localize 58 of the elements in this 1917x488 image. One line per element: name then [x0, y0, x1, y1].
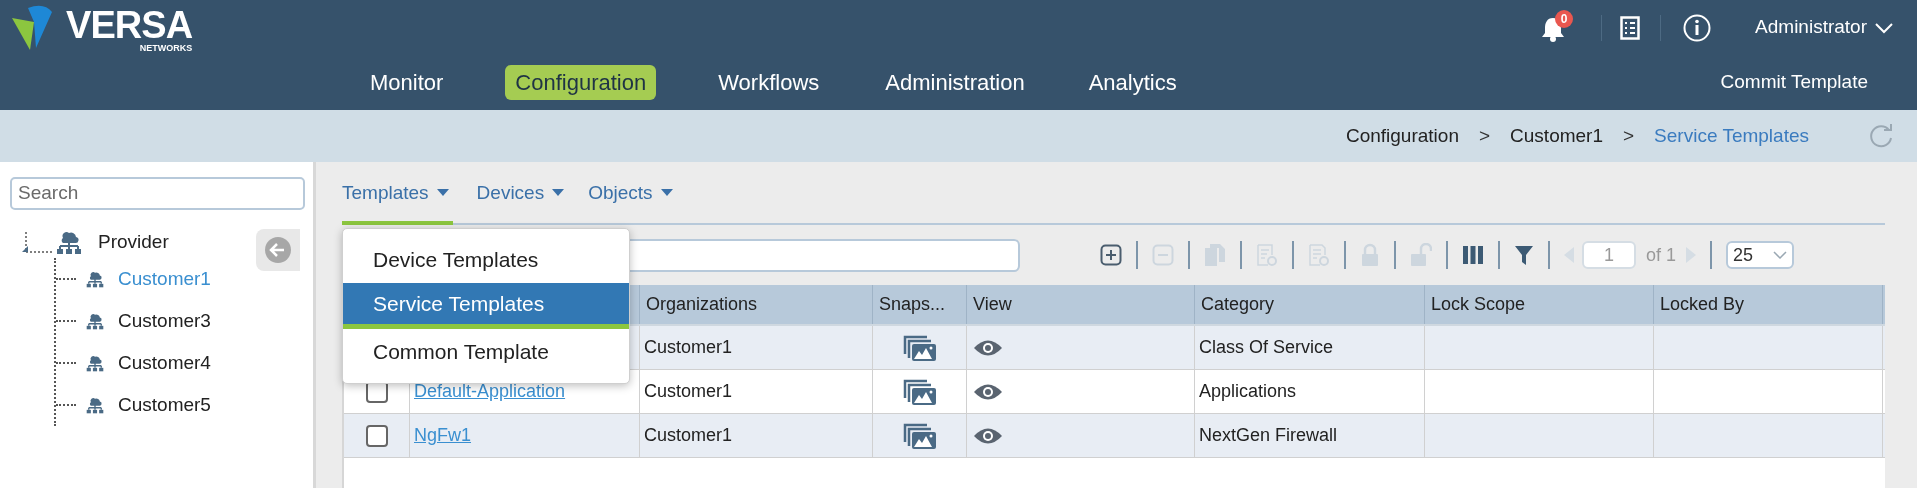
- breadcrumb-separator: >: [1478, 123, 1491, 148]
- menu-item[interactable]: Common Template: [343, 329, 629, 375]
- view-icon[interactable]: [973, 426, 1003, 445]
- add-icon[interactable]: [1100, 244, 1122, 266]
- table-cell: Customer1: [640, 370, 873, 413]
- nav-tab[interactable]: Analytics: [1078, 66, 1187, 99]
- column-header[interactable]: Lock Scope: [1425, 285, 1654, 324]
- table-cell: NextGen Firewall: [1195, 414, 1425, 457]
- snapshot-icon[interactable]: [902, 333, 937, 362]
- page-size-select[interactable]: 25: [1726, 241, 1795, 269]
- chevron-down-icon: [1773, 251, 1788, 259]
- column-header[interactable]: Locked By: [1654, 285, 1883, 324]
- breadcrumb-item[interactable]: Configuration: [1345, 121, 1459, 151]
- nav-tab[interactable]: Workflows: [708, 66, 830, 99]
- caret-icon: [660, 189, 673, 197]
- table-cell: Class Of Service: [1195, 326, 1425, 369]
- nav-tab[interactable]: Configuration: [505, 65, 657, 100]
- commit-template-button[interactable]: Commit Template: [1720, 68, 1868, 97]
- tree-item[interactable]: Customer4: [118, 348, 211, 378]
- column-header[interactable]: Snaps...: [873, 285, 967, 324]
- search-field[interactable]: Search: [10, 177, 305, 210]
- caret-icon: [436, 189, 449, 197]
- caret-icon: [552, 189, 565, 197]
- logo-tagline: NETWORKS: [139, 42, 193, 53]
- view-icon[interactable]: [973, 338, 1003, 357]
- columns-icon[interactable]: [1462, 244, 1484, 266]
- nav-tab[interactable]: Monitor: [360, 66, 454, 99]
- info-icon[interactable]: [1683, 13, 1712, 42]
- tree-item[interactable]: Customer1: [118, 264, 211, 294]
- checkbox[interactable]: [365, 424, 388, 447]
- page-count: of 1: [1646, 243, 1677, 267]
- table-cell: Applications: [1195, 370, 1425, 413]
- snapshot-icon[interactable]: [902, 421, 937, 450]
- breadcrumb-item[interactable]: Customer1: [1510, 121, 1603, 151]
- notification-badge: 0: [1555, 9, 1574, 28]
- table-cell: Customer1: [640, 326, 873, 369]
- logo-text: VERSA: [66, 6, 193, 43]
- menu-item[interactable]: Device Templates: [343, 237, 629, 283]
- logo-icon: [10, 3, 54, 52]
- snapshot-icon[interactable]: [902, 377, 937, 406]
- column-header[interactable]: Organizations: [640, 285, 873, 324]
- chevron-down-icon: [1875, 21, 1893, 34]
- tab[interactable]: Devices: [476, 178, 565, 225]
- nav-tab[interactable]: Administration: [875, 66, 1035, 99]
- column-header[interactable]: Category: [1195, 285, 1425, 324]
- column-header[interactable]: View: [967, 285, 1195, 324]
- tree-item[interactable]: Customer3: [118, 306, 211, 336]
- tree-item[interactable]: Provider: [98, 227, 169, 257]
- filter-icon[interactable]: [1514, 244, 1534, 266]
- menu-item[interactable]: Service Templates: [343, 283, 629, 329]
- breadcrumb-separator: >: [1623, 123, 1635, 148]
- checklist-icon[interactable]: [1620, 15, 1641, 40]
- user-menu[interactable]: Administrator: [1755, 13, 1893, 42]
- org-tree-icon: [56, 230, 82, 254]
- table-cell: Customer1: [640, 414, 873, 457]
- tab[interactable]: Objects: [588, 178, 673, 225]
- tree-item[interactable]: Customer5: [118, 390, 211, 420]
- view-icon[interactable]: [973, 382, 1003, 401]
